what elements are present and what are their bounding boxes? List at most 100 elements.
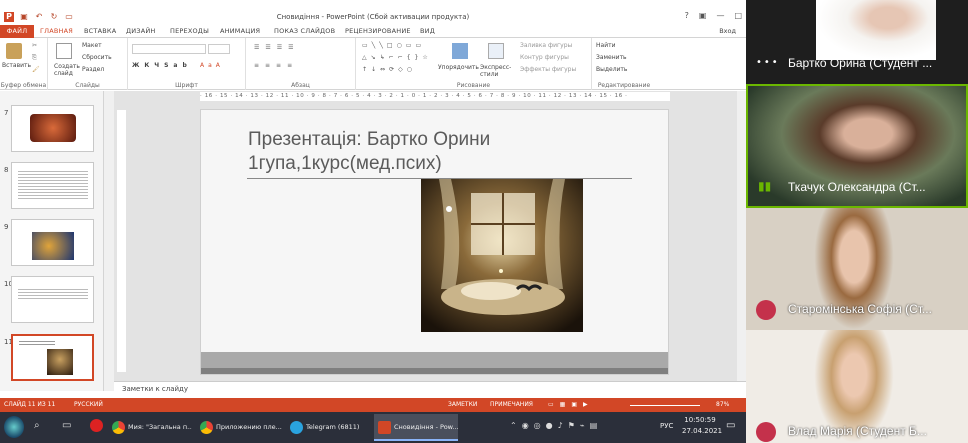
tab-file[interactable]: ФАЙЛ xyxy=(0,25,34,38)
select-button[interactable]: Выделить xyxy=(596,66,627,73)
slide-thumbnail-9[interactable] xyxy=(11,219,94,266)
shapes-gallery-row3[interactable]: ↑↓⇔⟳◇○ xyxy=(362,66,416,73)
group-drawing: ▭╲╲□○▭▭ △↘↳⌐⌐{}☆ ↑↓⇔⟳◇○ Упорядочить Эксп… xyxy=(356,38,592,90)
tab-design[interactable]: ДИЗАЙН xyxy=(126,27,156,35)
group-clipboard: Вставить ✂ ⎘ 🖌 Буфер обмена xyxy=(0,38,48,90)
layout-button[interactable]: Макет xyxy=(82,42,102,49)
tab-view[interactable]: ВИД xyxy=(420,27,435,35)
language-indicator[interactable]: РУССКИЙ xyxy=(74,401,103,408)
cut-icon[interactable]: ✂ xyxy=(32,42,37,49)
tab-review[interactable]: РЕЦЕНЗИРОВАНИЕ xyxy=(345,27,411,35)
tab-home[interactable]: ГЛАВНАЯ xyxy=(40,27,73,35)
view-buttons[interactable]: ▭▦▣▶ xyxy=(548,401,594,408)
paragraph-label: Абзац xyxy=(291,82,310,89)
help-icon[interactable]: ? xyxy=(685,11,689,20)
new-slide-button[interactable]: Создать слайд xyxy=(54,63,82,77)
windows-taskbar: ⌕ ▭ Мия: "Загальна п... Приложению пле..… xyxy=(0,412,746,443)
slide-thumbnail-11[interactable] xyxy=(11,334,94,381)
participant-tile[interactable]: ••• Бартко Орина (Студент ... xyxy=(746,0,968,84)
taskbar-item-powerpoint[interactable]: Сновидіння - Pow... xyxy=(374,414,458,441)
shape-fill-button[interactable]: Заливка фигуры xyxy=(520,42,572,49)
participant-tile[interactable]: Старомінська Софія (Ст... xyxy=(746,208,968,330)
shape-outline-button[interactable]: Контур фигуры xyxy=(520,54,569,61)
format-painter-icon[interactable]: 🖌 xyxy=(32,66,40,73)
minimize-icon[interactable]: — xyxy=(716,11,724,20)
list-buttons[interactable]: ☰☰☰☰ xyxy=(254,44,300,51)
taskbar-item-chrome[interactable]: Мия: "Загальна п... xyxy=(108,414,192,441)
task-view-icon[interactable]: ▭ xyxy=(62,420,71,431)
replace-button[interactable]: Заменить xyxy=(596,54,627,61)
muted-mic-icon xyxy=(756,300,776,320)
comments-toggle[interactable]: ПРИМЕЧАНИЯ xyxy=(490,401,533,408)
quick-styles-button[interactable]: Экспресс-стили xyxy=(480,64,511,78)
shape-effects-button[interactable]: Эффекты фигуры xyxy=(520,66,576,73)
start-button-icon[interactable] xyxy=(4,416,24,438)
editor-scrollbar[interactable] xyxy=(737,91,746,381)
sign-in-link[interactable]: Вход xyxy=(719,27,736,35)
participant-name: Бартко Орина (Студент ... xyxy=(788,56,933,70)
horizontal-ruler: · 16 · 15 · 14 · 13 · 12 · 11 · 10 · 9 ·… xyxy=(200,92,670,101)
tab-transitions[interactable]: ПЕРЕХОДЫ xyxy=(170,27,209,35)
align-buttons[interactable]: ≡≡≡≡ xyxy=(254,62,298,69)
notifications-icon[interactable]: ▭ xyxy=(726,420,735,431)
participant-tile[interactable]: Влад Марія (Студент Б... xyxy=(746,330,968,443)
participant-name: Ткачук Олександра (Ст... xyxy=(788,180,926,194)
shapes-gallery-row2[interactable]: △↘↳⌐⌐{}☆ xyxy=(362,54,432,61)
font-name-select[interactable] xyxy=(132,44,206,54)
taskbar-item-chrome-2[interactable]: Приложению пле... xyxy=(196,414,282,441)
quick-styles-icon[interactable] xyxy=(488,43,504,59)
font-format-buttons[interactable]: ЖКЧSab xyxy=(132,62,192,69)
paste-button[interactable]: Вставить xyxy=(2,62,31,69)
search-icon[interactable]: ⌕ xyxy=(34,420,40,431)
zoom-gallery-panel: ••• Бартко Орина (Студент ... ▮▮ Ткачук … xyxy=(746,0,968,443)
new-slide-icon[interactable] xyxy=(56,43,72,59)
tab-insert[interactable]: ВСТАВКА xyxy=(84,27,116,35)
shapes-gallery[interactable]: ▭╲╲□○▭▭ xyxy=(362,42,425,49)
notes-toggle[interactable]: ЗАМЕТКИ xyxy=(448,401,477,408)
font-color-buttons[interactable]: AaA xyxy=(200,62,224,69)
copy-icon[interactable]: ⎘ xyxy=(32,54,37,62)
paste-icon[interactable] xyxy=(6,43,22,59)
thumb-image xyxy=(47,349,73,375)
zoom-level[interactable]: 87% xyxy=(716,401,729,408)
muted-mic-icon xyxy=(756,422,776,442)
section-button[interactable]: Раздел xyxy=(82,66,104,73)
input-language[interactable]: РУС xyxy=(660,422,673,430)
ribbon-tabs: ФАЙЛ ГЛАВНАЯ ВСТАВКА ДИЗАЙН ПЕРЕХОДЫ АНИ… xyxy=(0,25,746,38)
slide-counter: СЛАЙД 11 ИЗ 11 xyxy=(4,401,56,408)
thumb-number: 9 xyxy=(4,223,9,231)
thumb-image xyxy=(32,232,74,260)
find-button[interactable]: Найти xyxy=(596,42,615,49)
thumbnails-scrollbar[interactable] xyxy=(104,91,114,391)
more-options-icon[interactable]: ••• xyxy=(756,57,780,68)
participant-tile[interactable]: ▮▮ Ткачук Олександра (Ст... xyxy=(746,84,968,208)
arrange-button[interactable]: Упорядочить xyxy=(438,64,479,71)
drawing-label: Рисование xyxy=(456,82,491,89)
participant-name: Старомінська Софія (Ст... xyxy=(788,302,932,316)
status-bar: СЛАЙД 11 ИЗ 11 РУССКИЙ ЗАМЕТКИ ПРИМЕЧАНИ… xyxy=(0,398,746,412)
ribbon-display-icon[interactable]: ▣ xyxy=(699,11,707,20)
group-font: ЖКЧSab AaA Шрифт xyxy=(128,38,246,90)
slide-title[interactable]: Презентація: Бартко Орини 1гупа,1курс(ме… xyxy=(248,128,490,176)
slide-thumbnail-7[interactable] xyxy=(11,105,94,152)
thumb-image xyxy=(30,114,76,142)
clock[interactable]: 10:50:59 27.04.2021 xyxy=(682,416,722,435)
opera-icon[interactable] xyxy=(90,419,103,432)
slide-thumbnail-8[interactable] xyxy=(11,162,94,209)
notes-pane[interactable]: Заметки к слайду xyxy=(114,381,746,398)
editing-label: Редактирование xyxy=(597,82,651,89)
arrange-icon[interactable] xyxy=(452,43,468,59)
powerpoint-window: P ▣ ↶ ↻ ▭ Сновидіння - PowerPoint (Сбой … xyxy=(0,0,746,412)
window-title: Сновидіння - PowerPoint (Сбой активации … xyxy=(276,13,470,21)
reset-button[interactable]: Сбросить xyxy=(82,54,112,61)
tab-slideshow[interactable]: ПОКАЗ СЛАЙДОВ xyxy=(274,27,335,35)
tab-animation[interactable]: АНИМАЦИЯ xyxy=(220,27,260,35)
slide-thumbnail-10[interactable] xyxy=(11,276,94,323)
system-tray-icons[interactable]: ⌃◉◎●♪⚑⌁▤ xyxy=(510,421,602,430)
maximize-icon[interactable]: □ xyxy=(734,11,742,20)
current-slide[interactable]: Презентація: Бартко Орини 1гупа,1курс(ме… xyxy=(200,109,669,375)
taskbar-item-telegram[interactable]: Telegram (6811) xyxy=(286,414,370,441)
dream-photo[interactable] xyxy=(421,179,583,332)
font-size-select[interactable] xyxy=(208,44,230,54)
zoom-slider[interactable] xyxy=(630,405,700,406)
